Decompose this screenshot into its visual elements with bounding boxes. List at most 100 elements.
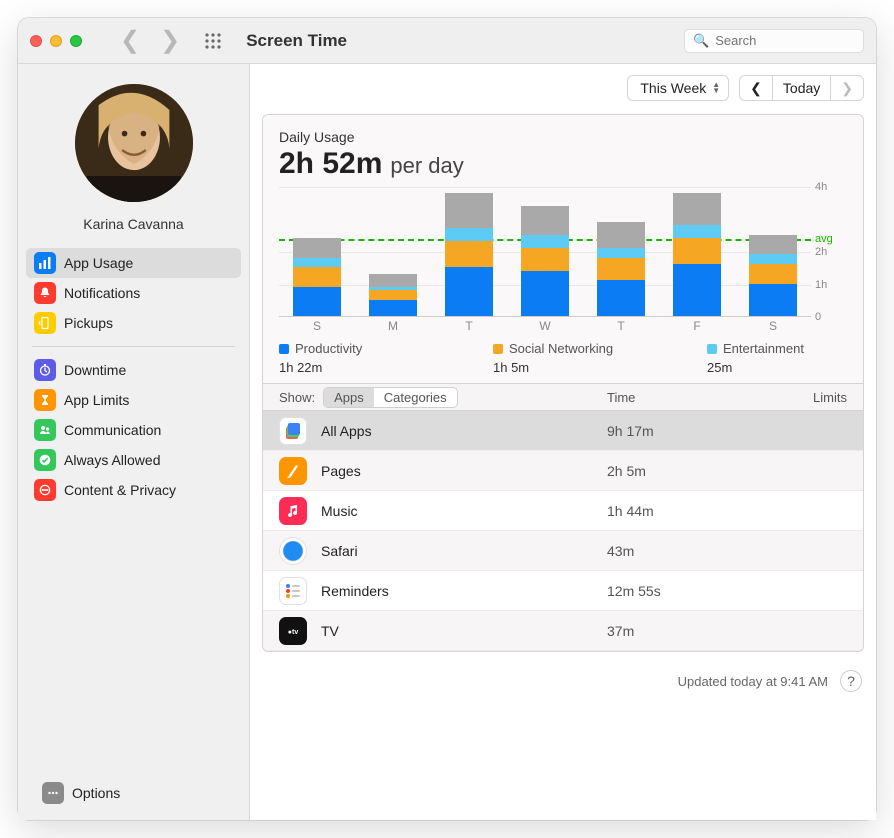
sidebar-item-label: Downtime xyxy=(64,362,126,378)
col-limits-header: Limits xyxy=(777,390,847,405)
sidebar-item-app-usage[interactable]: App Usage xyxy=(26,248,241,278)
legend-swatch-entertainment xyxy=(707,344,717,354)
legend-value: 1h 5m xyxy=(493,360,707,375)
show-all-preferences-icon[interactable] xyxy=(204,32,222,50)
app-icon xyxy=(279,497,307,525)
date-nav: ❮ Today ❯ xyxy=(739,75,864,101)
window-controls xyxy=(30,35,82,47)
no-entry-icon xyxy=(34,479,56,501)
view-option-apps[interactable]: Apps xyxy=(324,388,374,407)
back-button[interactable]: ❮ xyxy=(110,29,150,53)
sidebar-item-content-privacy[interactable]: Content & Privacy xyxy=(26,475,241,505)
bar[interactable] xyxy=(445,193,493,317)
xtick: W xyxy=(507,317,583,333)
list-row[interactable]: ●tvTV37m xyxy=(263,611,863,651)
footer: Updated today at 9:41 AM ? xyxy=(250,652,876,698)
search-field[interactable]: 🔍 xyxy=(684,29,864,53)
sidebar-item-app-limits[interactable]: App Limits xyxy=(26,385,241,415)
app-name: Reminders xyxy=(321,583,607,599)
chart-section: Daily Usage 2h 52m per day 4h2h1h0avg SM… xyxy=(263,115,863,383)
app-time: 9h 17m xyxy=(607,423,777,439)
list-row[interactable]: Music1h 44m xyxy=(263,491,863,531)
prev-day-button[interactable]: ❮ xyxy=(740,76,772,100)
sidebar-item-communication[interactable]: Communication xyxy=(26,415,241,445)
main-content: This Week ▲▼ ❮ Today ❯ Daily Usage 2h 52… xyxy=(250,64,876,820)
sidebar-item-always-allowed[interactable]: Always Allowed xyxy=(26,445,241,475)
app-name: Pages xyxy=(321,463,607,479)
help-button[interactable]: ? xyxy=(840,670,862,692)
app-time: 12m 55s xyxy=(607,583,777,599)
sidebar-item-label: Always Allowed xyxy=(64,452,161,468)
list-row[interactable]: Pages2h 5m xyxy=(263,451,863,491)
pickups-icon xyxy=(34,312,56,334)
xtick: S xyxy=(735,317,811,333)
avatar[interactable] xyxy=(75,84,193,202)
sidebar-item-options[interactable]: Options xyxy=(34,778,233,808)
legend-label: Entertainment xyxy=(723,341,804,356)
daily-usage-value: 2h 52m per day xyxy=(279,147,847,181)
usage-panel: Daily Usage 2h 52m per day 4h2h1h0avg SM… xyxy=(262,114,864,652)
app-list: All Apps9h 17mPages2h 5mMusic1h 44mSafar… xyxy=(263,411,863,651)
view-toggle[interactable]: Apps Categories xyxy=(323,387,458,408)
svg-text:●tv: ●tv xyxy=(288,629,299,636)
sidebar-item-pickups[interactable]: Pickups xyxy=(26,308,241,338)
window: ❮ ❯ Screen Time 🔍 xyxy=(18,18,876,820)
ellipsis-icon xyxy=(42,782,64,804)
sidebar: Karina Cavanna App Usage Notifications P… xyxy=(18,64,250,820)
sidebar-item-notifications[interactable]: Notifications xyxy=(26,278,241,308)
app-time: 43m xyxy=(607,543,777,559)
list-header: Show: Apps Categories Time Limits xyxy=(263,383,863,411)
next-day-button[interactable]: ❯ xyxy=(831,76,863,100)
list-row[interactable]: Safari43m xyxy=(263,531,863,571)
app-name: All Apps xyxy=(321,423,607,439)
hourglass-icon xyxy=(34,389,56,411)
legend-label: Social Networking xyxy=(509,341,613,356)
chart: 4h2h1h0avg SMTWTFS xyxy=(279,187,847,333)
bar[interactable] xyxy=(597,222,645,316)
communication-icon xyxy=(34,419,56,441)
bar[interactable] xyxy=(749,235,797,316)
period-label: This Week xyxy=(640,80,706,96)
bell-icon xyxy=(34,282,56,304)
check-seal-icon xyxy=(34,449,56,471)
app-icon: ●tv xyxy=(279,617,307,645)
avg-label: avg xyxy=(815,233,847,245)
bar[interactable] xyxy=(293,238,341,316)
legend: Productivity 1h 22m Social Networking 1h… xyxy=(279,341,847,375)
list-row[interactable]: All Apps9h 17m xyxy=(263,411,863,451)
today-button[interactable]: Today xyxy=(773,76,830,100)
sidebar-item-label: Communication xyxy=(64,422,161,438)
period-toolbar: This Week ▲▼ ❮ Today ❯ xyxy=(250,64,876,112)
sidebar-item-label: App Usage xyxy=(64,255,133,271)
search-input[interactable] xyxy=(715,33,891,48)
sidebar-item-label: Notifications xyxy=(64,285,140,301)
ytick: 0 xyxy=(815,311,847,323)
bar[interactable] xyxy=(673,193,721,317)
bar[interactable] xyxy=(521,206,569,317)
close-window[interactable] xyxy=(30,35,42,47)
daily-usage-heading: Daily Usage xyxy=(279,129,847,145)
profile: Karina Cavanna xyxy=(18,72,249,248)
forward-button[interactable]: ❯ xyxy=(150,29,190,53)
minimize-window[interactable] xyxy=(50,35,62,47)
period-popup[interactable]: This Week ▲▼ xyxy=(627,75,729,101)
sidebar-item-label: App Limits xyxy=(64,392,129,408)
list-row[interactable]: Reminders12m 55s xyxy=(263,571,863,611)
xtick: M xyxy=(355,317,431,333)
legend-value: 1h 22m xyxy=(279,360,493,375)
app-time: 1h 44m xyxy=(607,503,777,519)
app-usage-icon xyxy=(34,252,56,274)
legend-swatch-productivity xyxy=(279,344,289,354)
legend-label: Productivity xyxy=(295,341,362,356)
sidebar-item-label: Content & Privacy xyxy=(64,482,176,498)
app-name: TV xyxy=(321,623,607,639)
app-icon xyxy=(279,537,307,565)
legend-value: 25m xyxy=(707,360,847,375)
xtick: S xyxy=(279,317,355,333)
sidebar-item-downtime[interactable]: Downtime xyxy=(26,355,241,385)
show-label: Show: xyxy=(279,390,315,405)
view-option-categories[interactable]: Categories xyxy=(374,388,457,407)
bar[interactable] xyxy=(369,274,417,316)
app-name: Safari xyxy=(321,543,607,559)
zoom-window[interactable] xyxy=(70,35,82,47)
